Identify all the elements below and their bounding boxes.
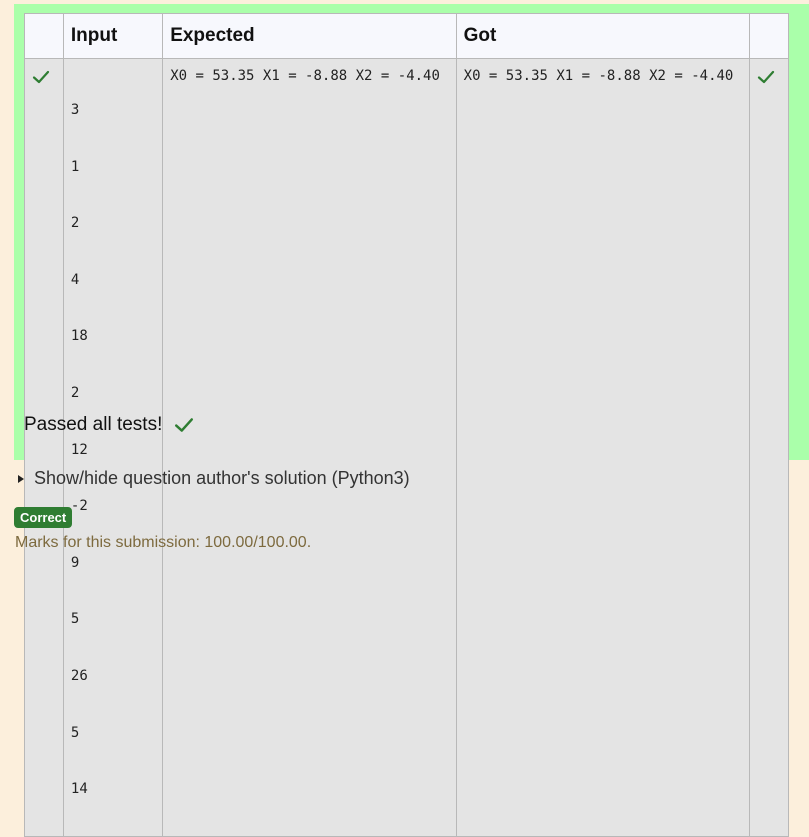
got-output-cell: X0 = 53.35 X1 = -8.88 X2 = -4.40 xyxy=(455,58,751,837)
input-line: 5 xyxy=(70,611,80,628)
show-hide-solution-toggle[interactable]: Show/hide question author's solution (Py… xyxy=(18,468,410,489)
input-line: 12 xyxy=(70,441,88,458)
header-result xyxy=(749,13,789,59)
input-line: 9 xyxy=(70,554,80,571)
expected-output-cell: X0 = 53.35 X1 = -8.88 X2 = -4.40 xyxy=(162,58,457,837)
row-status-cell xyxy=(24,58,64,837)
header-check xyxy=(24,13,64,59)
input-line: 2 xyxy=(70,215,80,232)
row-result-cell xyxy=(749,58,789,837)
table-header-row: Input Expected Got xyxy=(24,13,789,59)
input-line: 5 xyxy=(70,724,80,741)
input-line: 26 xyxy=(70,667,88,684)
disclosure-triangle-icon xyxy=(18,474,24,483)
check-icon xyxy=(175,418,194,432)
header-expected: Expected xyxy=(162,13,457,59)
marks-text: Marks for this submission: 100.00/100.00… xyxy=(15,534,312,551)
test-results-panel: Input Expected Got 3 1 2 4 18 2 12 -2 9 … xyxy=(14,4,809,837)
input-line: 4 xyxy=(70,271,80,288)
check-icon xyxy=(32,70,50,84)
passed-text: Passed all tests! xyxy=(24,414,163,435)
table-row: 3 1 2 4 18 2 12 -2 9 5 26 5 14 X0 = 53.3… xyxy=(24,58,789,837)
check-icon xyxy=(757,70,775,84)
input-cell: 3 1 2 4 18 2 12 -2 9 5 26 5 14 xyxy=(62,58,164,837)
input-line: 2 xyxy=(70,384,80,401)
header-input: Input xyxy=(62,13,164,59)
input-line: 14 xyxy=(70,781,88,798)
input-line: 18 xyxy=(70,328,88,345)
input-line: 3 xyxy=(70,102,80,118)
header-got: Got xyxy=(455,13,751,59)
passed-all-tests-message: Passed all tests! xyxy=(24,414,194,436)
input-line: 1 xyxy=(70,158,80,175)
correct-badge: Correct xyxy=(14,507,73,528)
input-line: -2 xyxy=(70,498,88,515)
solution-toggle-label: Show/hide question author's solution (Py… xyxy=(34,468,410,488)
